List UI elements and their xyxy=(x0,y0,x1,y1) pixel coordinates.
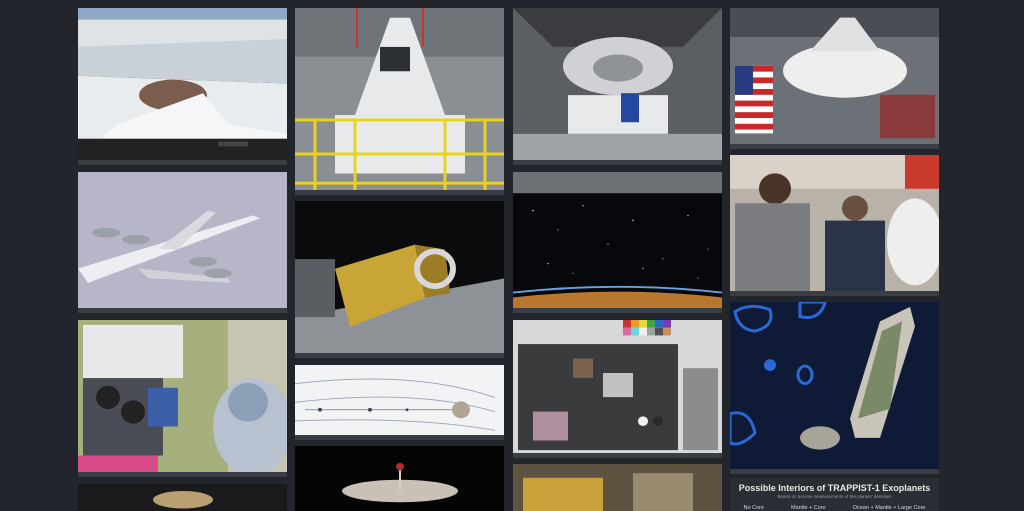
rover-image xyxy=(78,320,287,472)
instrument-image xyxy=(295,201,504,353)
gallery-tile-island[interactable] xyxy=(730,302,939,474)
trappist-subtitle: Based on precise measurements of the pla… xyxy=(777,494,892,499)
trappist-column-labels: No Core Mantle + Core Ocean + Mantle + L… xyxy=(730,505,939,511)
gallery-tile-column3-bottom[interactable] xyxy=(513,464,722,511)
capsule-image xyxy=(295,8,504,190)
gallery-tile-interior[interactable] xyxy=(513,8,722,165)
gallery-tile-plane[interactable] xyxy=(78,172,287,313)
dish-image xyxy=(295,446,504,511)
trajectory-diagram xyxy=(295,365,504,435)
glacier-image xyxy=(78,8,287,160)
gallery-tile-dish[interactable] xyxy=(295,446,504,511)
trappist-title: Possible Interiors of TRAPPIST-1 Exoplan… xyxy=(738,483,931,493)
gallery-tile-column1-bottom[interactable] xyxy=(78,484,287,511)
gallery-tile-flag[interactable] xyxy=(730,8,939,149)
trappist-col-ocean-mantle-core: Ocean + Mantle + Large Core xyxy=(852,505,926,511)
stars-image xyxy=(513,172,722,308)
column3-bottom-image xyxy=(513,464,722,511)
gallery-tile-diagram[interactable] xyxy=(295,365,504,440)
gallery-tile-samples[interactable] xyxy=(513,320,722,458)
interior-image xyxy=(513,8,722,160)
gallery-tile-glacier[interactable] xyxy=(78,8,287,165)
gallery-tile-stars[interactable] xyxy=(513,172,722,313)
gallery-tile-capsule[interactable] xyxy=(295,8,504,195)
flag-capsule-image xyxy=(730,8,939,144)
column1-bottom-image xyxy=(78,484,287,511)
gallery-tile-trappist-infographic[interactable]: Possible Interiors of TRAPPIST-1 Exoplan… xyxy=(730,478,939,511)
trappist-col-no-core: No Core xyxy=(743,505,764,511)
gallery-tile-instrument[interactable] xyxy=(295,201,504,358)
plane-image xyxy=(78,172,287,308)
samples-image xyxy=(513,320,722,453)
island-image xyxy=(730,302,939,469)
astronauts-image xyxy=(730,155,939,291)
gallery-tile-rover[interactable] xyxy=(78,320,287,477)
gallery-tile-astronauts[interactable] xyxy=(730,155,939,296)
trappist-col-mantle-core: Mantle + Core xyxy=(791,505,826,511)
